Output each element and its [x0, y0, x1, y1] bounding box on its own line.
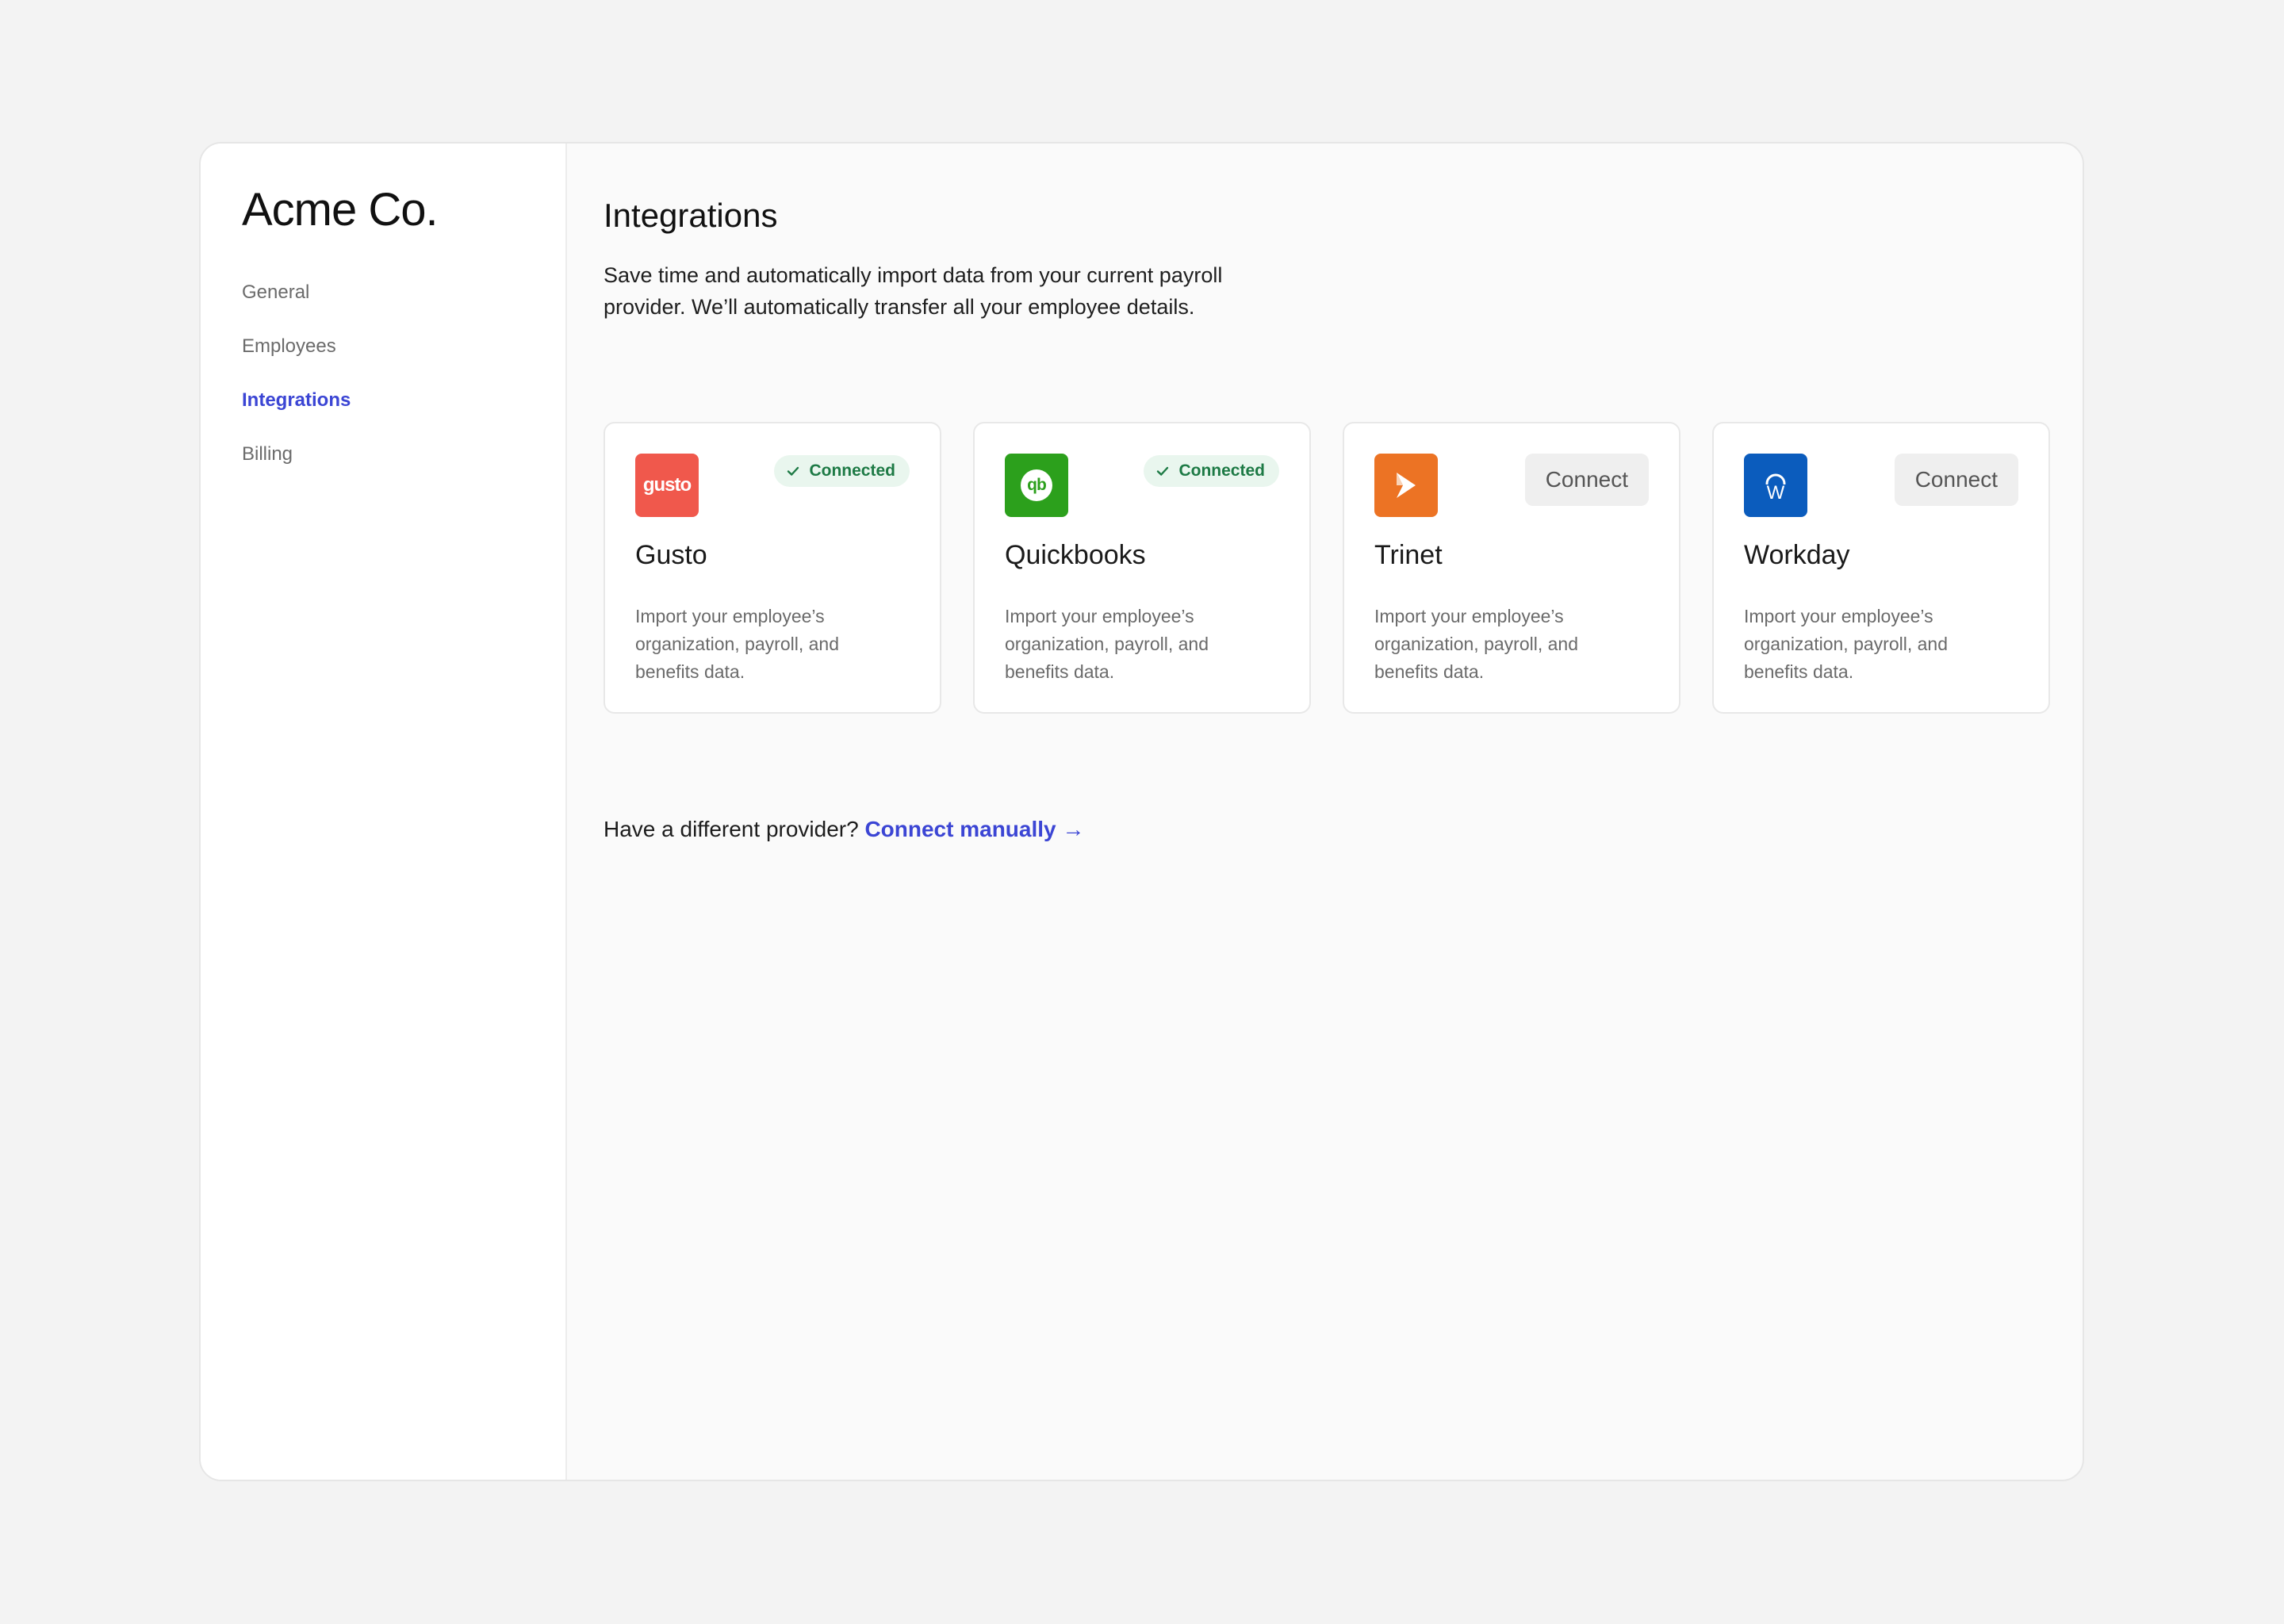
- status-badge-label: Connected: [809, 462, 895, 480]
- card-description: Import your employee’s organization, pay…: [1744, 606, 1948, 682]
- trinet-arrow-icon: [1397, 473, 1416, 498]
- check-icon: [788, 466, 799, 476]
- sidebar-nav: General Employees Integrations Billing: [242, 266, 565, 481]
- integration-card-gusto: gusto Connected Gusto Import your employ…: [604, 422, 941, 714]
- status-badge-label: Connected: [1178, 462, 1265, 480]
- card-header: qb Connected: [1005, 454, 1279, 517]
- integration-card-trinet: Connect Trinet Import your employee’s or…: [1343, 422, 1680, 714]
- quickbooks-logo-circle: qb: [1021, 469, 1052, 501]
- page-title: Integrations: [604, 197, 778, 234]
- status-badge-connected: Connected: [1144, 455, 1279, 487]
- gusto-logo-text: gusto: [642, 474, 692, 496]
- connect-manually-link[interactable]: Connect manually →: [864, 817, 1084, 841]
- quickbooks-logo-icon: qb: [1005, 454, 1068, 517]
- integration-card-workday: W Connect Workday Import your employee’s…: [1712, 422, 2050, 714]
- card-description: Import your employee’s organization, pay…: [635, 606, 839, 682]
- card-description: Import your employee’s organization, pay…: [1005, 606, 1209, 682]
- company-name: Acme Co.: [242, 184, 439, 236]
- card-title: Trinet: [1374, 540, 1443, 570]
- sidebar-item-employees[interactable]: Employees: [242, 320, 565, 373]
- card-title: Workday: [1744, 540, 1850, 570]
- status-badge-connected: Connected: [774, 455, 910, 487]
- trinet-logo-icon: [1374, 454, 1438, 517]
- card-header: W Connect: [1744, 454, 2018, 517]
- main-content: Integrations Save time and automatically…: [567, 144, 2083, 1480]
- sidebar-item-general[interactable]: General: [242, 266, 565, 320]
- card-header: Connect: [1374, 454, 1649, 517]
- gusto-logo-icon: gusto: [635, 454, 699, 517]
- integration-cards: gusto Connected Gusto Import your employ…: [604, 422, 2050, 714]
- page-description: Save time and automatically import data …: [604, 263, 1223, 320]
- card-description: Import your employee’s organization, pay…: [1374, 606, 1578, 682]
- connect-button[interactable]: Connect: [1524, 454, 1649, 506]
- different-provider-prompt: Have a different provider? Connect manua…: [604, 817, 1084, 842]
- app-window: Acme Co. General Employees Integrations …: [199, 142, 2084, 1481]
- different-provider-text: Have a different provider?: [604, 817, 859, 841]
- card-header: gusto Connected: [635, 454, 910, 517]
- sidebar-item-integrations[interactable]: Integrations: [242, 373, 565, 427]
- workday-logo-icon: W: [1744, 454, 1807, 517]
- card-title: Quickbooks: [1005, 540, 1146, 570]
- integration-card-quickbooks: qb Connected Quickbooks Import your empl…: [973, 422, 1311, 714]
- quickbooks-logo-text: qb: [1027, 476, 1047, 494]
- workday-logo-text: W: [1766, 482, 1785, 504]
- card-title: Gusto: [635, 540, 707, 570]
- sidebar-item-billing[interactable]: Billing: [242, 427, 565, 481]
- sidebar: Acme Co. General Employees Integrations …: [201, 144, 567, 1480]
- check-icon: [1157, 466, 1169, 476]
- connect-button[interactable]: Connect: [1894, 454, 2018, 506]
